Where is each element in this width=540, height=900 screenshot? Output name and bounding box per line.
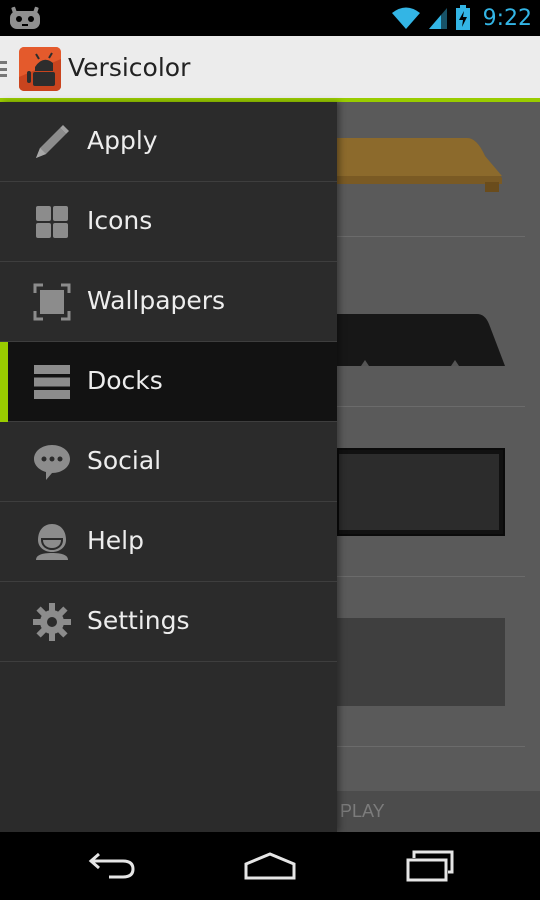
- drawer-item-docks[interactable]: Docks: [0, 342, 337, 422]
- drawer-item-label: Apply: [87, 126, 158, 155]
- status-icons: 9:22: [391, 0, 532, 36]
- drawer-item-social[interactable]: Social: [0, 422, 337, 502]
- drawer-item-label: Settings: [87, 606, 190, 635]
- home-icon: [244, 852, 296, 880]
- status-bar: 9:22: [0, 0, 540, 36]
- drawer-item-icons[interactable]: Icons: [0, 182, 337, 262]
- list-divider: [337, 746, 525, 747]
- flat-dock-preview[interactable]: [337, 618, 505, 706]
- app-title[interactable]: Versicolor: [68, 53, 190, 82]
- wifi-icon: [391, 7, 420, 29]
- gear-icon: [33, 603, 71, 641]
- list-divider: [337, 576, 525, 577]
- recent-apps-icon: [406, 850, 454, 882]
- picture-frame-icon: [33, 283, 71, 321]
- back-button[interactable]: [82, 846, 142, 886]
- grid-icon: [36, 206, 68, 238]
- framed-dock-preview[interactable]: [337, 448, 505, 536]
- active-indicator: [0, 342, 8, 422]
- docks-icon: [34, 365, 70, 399]
- android-app-icon[interactable]: [19, 47, 61, 91]
- drawer-item-help[interactable]: Help: [0, 502, 337, 582]
- clock: 9:22: [482, 5, 532, 31]
- recent-apps-button[interactable]: [400, 846, 460, 886]
- drawer-item-apply[interactable]: Apply: [0, 102, 337, 182]
- person-icon: [36, 524, 68, 560]
- drawer-item-label: Social: [87, 446, 162, 475]
- drawer-indicator-icon[interactable]: [0, 61, 7, 77]
- drawer-item-label: Help: [87, 526, 144, 555]
- list-divider: [337, 236, 525, 237]
- signal-icon: [428, 8, 447, 29]
- cyanogen-mascot-icon: [10, 6, 40, 29]
- drawer-item-label: Docks: [87, 366, 163, 395]
- wood-dock-preview[interactable]: [337, 136, 502, 192]
- drawer-item-wallpapers[interactable]: Wallpapers: [0, 262, 337, 342]
- chat-bubble-icon: [34, 445, 70, 480]
- home-button[interactable]: [240, 846, 300, 886]
- drawer-item-label: Icons: [87, 206, 153, 235]
- back-icon: [88, 852, 135, 879]
- navigation-bar: [0, 832, 540, 900]
- black-dock-preview[interactable]: [337, 312, 505, 368]
- battery-charging-icon: [455, 5, 470, 30]
- list-divider: [337, 406, 525, 407]
- action-bar: Versicolor: [0, 36, 540, 102]
- play-label[interactable]: PLAY: [340, 801, 385, 822]
- navigation-drawer: Apply Icons Wallpapers Docks Social Help…: [0, 102, 337, 832]
- pencil-icon: [36, 125, 69, 158]
- drawer-item-settings[interactable]: Settings: [0, 582, 337, 662]
- drawer-item-label: Wallpapers: [87, 286, 226, 315]
